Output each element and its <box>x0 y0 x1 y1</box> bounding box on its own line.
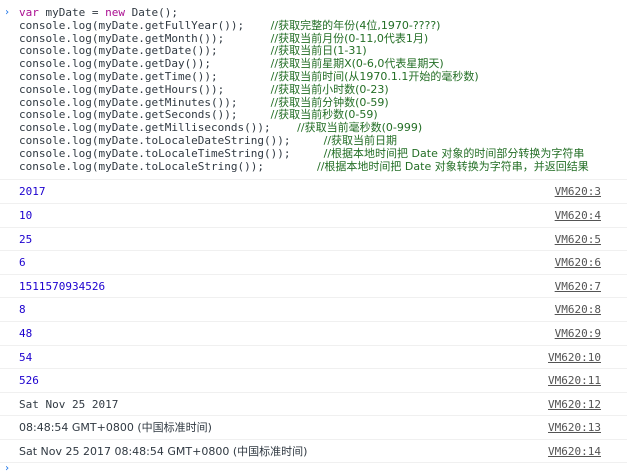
console-output-row: 2017 VM620:3 <box>0 180 627 204</box>
console-output-row: 10 VM620:4 <box>0 204 627 228</box>
output-value: 10 <box>19 208 33 222</box>
console-prompt[interactable]: › <box>0 463 627 475</box>
chevron-right-icon: › <box>4 7 11 18</box>
source-link[interactable]: VM620:6 <box>555 256 601 269</box>
source-link[interactable]: VM620:9 <box>555 327 601 340</box>
source-link[interactable]: VM620:7 <box>555 280 601 293</box>
output-value: 526 <box>19 374 39 388</box>
source-link[interactable]: VM620:3 <box>555 185 601 198</box>
output-value: 2017 <box>19 185 46 199</box>
source-link[interactable]: VM620:12 <box>548 398 601 411</box>
console-output-list: 2017 VM620:3 10 VM620:4 25 VM620:5 6 VM6… <box>0 180 627 464</box>
console-output-row: 25 VM620:5 <box>0 228 627 252</box>
output-value: 1511570934526 <box>19 279 106 293</box>
console-output-row: Sat Nov 25 2017 08:48:54 GMT+0800 (中国标准时… <box>0 440 627 464</box>
output-value: 54 <box>19 350 33 364</box>
console-output-row: 08:48:54 GMT+0800 (中国标准时间) VM620:13 <box>0 416 627 440</box>
console-input-echo: › var myDate = new Date(); console.log(m… <box>0 0 627 181</box>
output-value: 8 <box>19 303 26 317</box>
console-output-row: 48 VM620:9 <box>0 322 627 346</box>
source-link[interactable]: VM620:5 <box>555 233 601 246</box>
chevron-right-icon: › <box>4 463 11 475</box>
output-value: 6 <box>19 256 26 270</box>
console-output-row: 526 VM620:11 <box>0 369 627 393</box>
console-output-row: 6 VM620:6 <box>0 251 627 275</box>
output-value: Sat Nov 25 2017 08:48:54 GMT+0800 (中国标准时… <box>19 444 308 458</box>
source-link[interactable]: VM620:8 <box>555 303 601 316</box>
output-value: Sat Nov 25 2017 <box>19 397 119 411</box>
console-output-row: 1511570934526 VM620:7 <box>0 275 627 299</box>
source-link[interactable]: VM620:4 <box>555 209 601 222</box>
console-output-row: 54 VM620:10 <box>0 346 627 370</box>
console-panel: › var myDate = new Date(); console.log(m… <box>0 0 627 474</box>
output-value: 25 <box>19 232 33 246</box>
source-link[interactable]: VM620:13 <box>548 421 601 434</box>
code-line: console.log(myDate.toLocaleString()); //… <box>19 159 589 173</box>
source-link[interactable]: VM620:10 <box>548 351 601 364</box>
console-output-row: Sat Nov 25 2017 VM620:12 <box>0 393 627 417</box>
source-link[interactable]: VM620:11 <box>548 374 601 387</box>
output-value: 48 <box>19 326 33 340</box>
console-output-row: 8 VM620:8 <box>0 298 627 322</box>
source-link[interactable]: VM620:14 <box>548 445 601 458</box>
output-value: 08:48:54 GMT+0800 (中国标准时间) <box>19 421 212 435</box>
